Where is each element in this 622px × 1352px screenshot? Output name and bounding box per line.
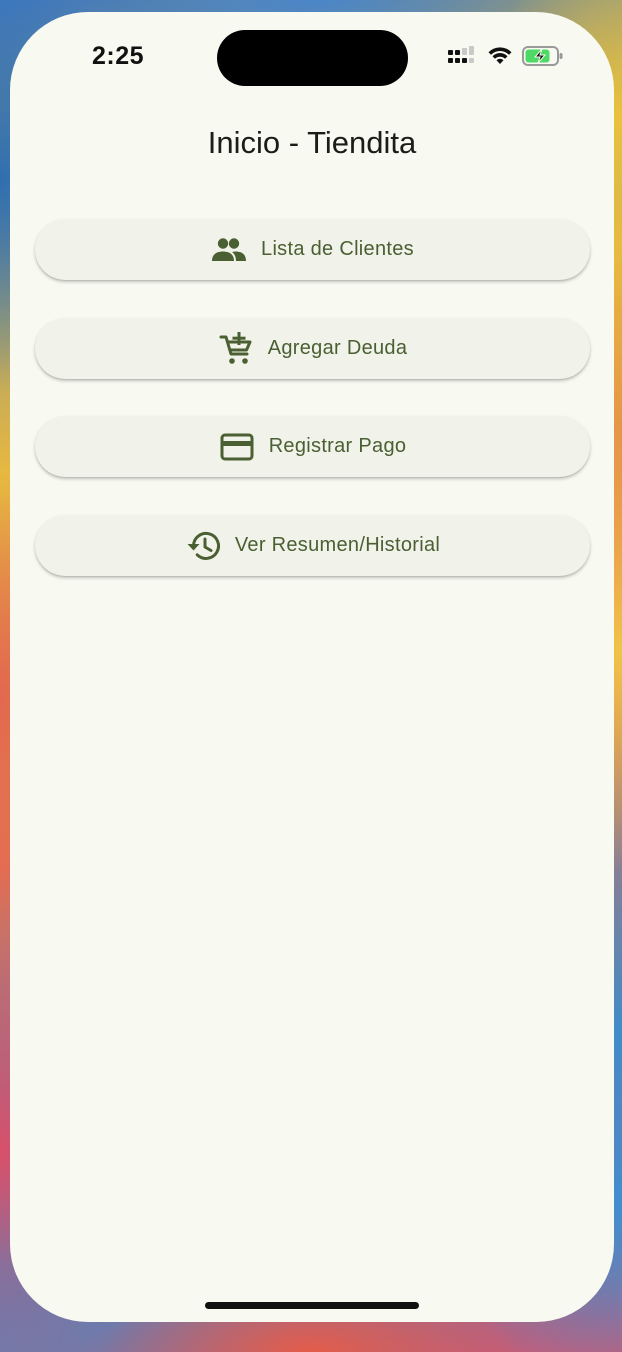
- view-summary-history-button[interactable]: Ver Resumen/Historial: [35, 515, 590, 576]
- register-payment-button[interactable]: Registrar Pago: [35, 416, 590, 477]
- status-time: 2:25: [92, 42, 145, 70]
- signal-icon: [448, 46, 478, 66]
- register-payment-label: Registrar Pago: [268, 435, 407, 457]
- page-title: Inicio - Tiendita: [207, 125, 417, 160]
- status-bar: 2:25: [10, 12, 614, 102]
- add-debt-label: Agregar Deuda: [267, 337, 408, 359]
- dynamic-island: [217, 30, 408, 86]
- view-summary-history-label: Ver Resumen/Historial: [234, 534, 441, 556]
- add-shopping-cart-icon: [218, 331, 254, 367]
- history-icon: [185, 528, 221, 564]
- credit-card-icon: [219, 429, 255, 465]
- phone-screen: 2:25 Inicio - Tiendita Lista de Clientes…: [10, 12, 614, 1322]
- clients-list-label: Lista de Clientes: [261, 238, 414, 260]
- battery-charging-icon: [522, 45, 564, 67]
- clients-list-button[interactable]: Lista de Clientes: [35, 219, 590, 280]
- status-icons: [448, 45, 564, 67]
- wifi-icon: [487, 46, 513, 66]
- people-icon: [211, 232, 247, 268]
- home-indicator[interactable]: [205, 1302, 419, 1309]
- add-debt-button[interactable]: Agregar Deuda: [35, 318, 590, 379]
